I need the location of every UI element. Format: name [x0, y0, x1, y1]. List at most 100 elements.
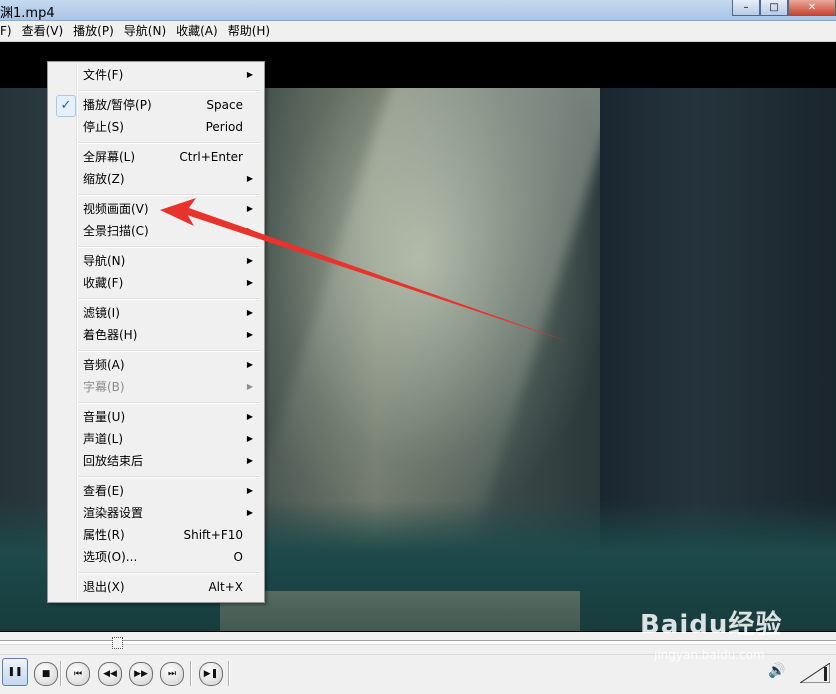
- menu-item-label: 声道(L): [83, 432, 124, 446]
- menu-separator: [78, 90, 260, 92]
- menu-item-label: 全屏幕(L): [83, 150, 136, 164]
- submenu-arrow-icon: ▶: [246, 70, 253, 79]
- title-bar: 渊1.mp4 – □ ✕: [0, 0, 836, 21]
- menu-favorites[interactable]: 收藏(A): [171, 21, 223, 41]
- stop-button[interactable]: ■: [34, 662, 58, 686]
- menu-item-pan-scan[interactable]: 全景扫描(C) ▶: [50, 220, 262, 242]
- next-button[interactable]: ⏭: [160, 662, 184, 686]
- menu-item-favorites[interactable]: 收藏(F) ▶: [50, 272, 262, 294]
- menu-separator: [78, 572, 260, 574]
- menu-item-label: 回放结束后: [83, 454, 144, 468]
- menu-separator: [78, 298, 260, 300]
- menu-item-options[interactable]: 选项(O)... O: [50, 546, 262, 568]
- menu-item-label: 属性(R): [83, 528, 125, 542]
- menu-item-view[interactable]: 查看(E) ▶: [50, 480, 262, 502]
- menu-item-label: 渲染器设置: [83, 506, 144, 520]
- menu-play[interactable]: 播放(P): [68, 21, 119, 41]
- menu-item-subtitles: 字幕(B) ▶: [50, 376, 262, 398]
- menu-help[interactable]: 帮助(H): [223, 21, 275, 41]
- menu-item-renderer-settings[interactable]: 渲染器设置 ▶: [50, 502, 262, 524]
- maximize-button[interactable]: □: [760, 0, 788, 16]
- menu-separator: [78, 350, 260, 352]
- menu-item-shortcut: Shift+F10: [183, 528, 243, 542]
- menu-separator: [78, 402, 260, 404]
- frame-step-button[interactable]: ▶❚: [199, 662, 223, 686]
- menu-separator: [78, 476, 260, 478]
- submenu-arrow-icon: ▶: [246, 226, 253, 235]
- submenu-arrow-icon: ▶: [246, 382, 253, 391]
- close-button[interactable]: ✕: [788, 0, 836, 16]
- menu-item-label: 停止(S): [83, 120, 124, 134]
- menu-item-channels[interactable]: 声道(L) ▶: [50, 428, 262, 450]
- menu-item-after-playback[interactable]: 回放结束后 ▶: [50, 450, 262, 472]
- forward-button[interactable]: ▶▶: [129, 662, 153, 686]
- submenu-arrow-icon: ▶: [246, 278, 253, 287]
- seek-thumb[interactable]: [112, 637, 123, 649]
- window-title: 渊1.mp4: [0, 6, 55, 21]
- submenu-arrow-icon: ▶: [246, 486, 253, 495]
- pause-button[interactable]: ❚❚: [2, 658, 28, 686]
- submenu-arrow-icon: ▶: [246, 508, 253, 517]
- check-icon: ✓: [56, 95, 76, 117]
- submenu-arrow-icon: ▶: [246, 256, 253, 265]
- light-beam: [255, 88, 625, 570]
- menu-item-video-frame[interactable]: 视频画面(V) ▶: [50, 198, 262, 220]
- menu-item-shortcut: Space: [206, 98, 243, 112]
- path: [220, 591, 580, 631]
- menu-item-zoom[interactable]: 缩放(Z) ▶: [50, 168, 262, 190]
- menu-item-volume[interactable]: 音量(U) ▶: [50, 406, 262, 428]
- submenu-arrow-icon: ▶: [246, 360, 253, 369]
- menu-item-label: 查看(E): [83, 484, 124, 498]
- menu-item-label: 视频画面(V): [83, 202, 149, 216]
- submenu-arrow-icon: ▶: [246, 204, 253, 213]
- previous-button[interactable]: ⏮: [66, 662, 90, 686]
- context-menu: 文件(F) ▶ ✓ 播放/暂停(P) Space 停止(S) Period 全屏…: [47, 61, 265, 603]
- submenu-arrow-icon: ▶: [246, 434, 253, 443]
- submenu-arrow-icon: ▶: [246, 174, 253, 183]
- submenu-arrow-icon: ▶: [246, 330, 253, 339]
- menu-item-shortcut: O: [233, 550, 243, 564]
- menu-item-label: 收藏(F): [83, 276, 124, 290]
- menu-item-label: 滤镜(I): [83, 306, 120, 320]
- menu-item-file[interactable]: 文件(F) ▶: [50, 64, 262, 86]
- rewind-button[interactable]: ◀◀: [98, 662, 122, 686]
- menu-item-label: 着色器(H): [83, 328, 138, 342]
- menu-item-label: 缩放(Z): [83, 172, 125, 186]
- menu-item-exit[interactable]: 退出(X) Alt+X: [50, 576, 262, 598]
- menu-file[interactable]: F): [0, 21, 17, 41]
- menu-item-label: 音量(U): [83, 410, 126, 424]
- menu-view[interactable]: 查看(V): [17, 21, 69, 41]
- menu-item-fullscreen[interactable]: 全屏幕(L) Ctrl+Enter: [50, 146, 262, 168]
- submenu-arrow-icon: ▶: [246, 308, 253, 317]
- watermark-url: jingyan.baidu.com: [654, 648, 765, 662]
- menu-separator: [78, 246, 260, 248]
- menu-item-label: 退出(X): [83, 580, 125, 594]
- menu-item-shortcut: Alt+X: [208, 580, 243, 594]
- menu-item-label: 全景扫描(C): [83, 224, 149, 238]
- menu-item-properties[interactable]: 属性(R) Shift+F10: [50, 524, 262, 546]
- menu-item-navigate[interactable]: 导航(N) ▶: [50, 250, 262, 272]
- menu-item-label: 导航(N): [83, 254, 126, 268]
- control-separator: [228, 661, 230, 686]
- watermark-brand: Baidu经验: [640, 610, 783, 640]
- menu-item-shaders[interactable]: 着色器(H) ▶: [50, 324, 262, 346]
- submenu-arrow-icon: ▶: [246, 456, 253, 465]
- menu-item-stop[interactable]: 停止(S) Period: [50, 116, 262, 138]
- menu-navigate[interactable]: 导航(N): [119, 21, 171, 41]
- menu-separator: [78, 142, 260, 144]
- submenu-arrow-icon: ▶: [246, 412, 253, 421]
- menu-item-label: 文件(F): [83, 68, 124, 82]
- minimize-button[interactable]: –: [732, 0, 760, 16]
- volume-slider[interactable]: [800, 663, 830, 683]
- menu-item-shortcut: Period: [205, 120, 243, 134]
- menu-bar: F) 查看(V) 播放(P) 导航(N) 收藏(A) 帮助(H): [0, 21, 836, 42]
- control-separator: [60, 661, 62, 686]
- menu-item-audio[interactable]: 音频(A) ▶: [50, 354, 262, 376]
- menu-item-label: 选项(O)...: [83, 550, 138, 564]
- menu-item-label: 字幕(B): [83, 380, 125, 394]
- window-controls: – □ ✕: [732, 0, 836, 16]
- menu-item-filters[interactable]: 滤镜(I) ▶: [50, 302, 262, 324]
- menu-item-label: 音频(A): [83, 358, 125, 372]
- control-separator: [190, 661, 192, 686]
- menu-item-play-pause[interactable]: ✓ 播放/暂停(P) Space: [50, 94, 262, 117]
